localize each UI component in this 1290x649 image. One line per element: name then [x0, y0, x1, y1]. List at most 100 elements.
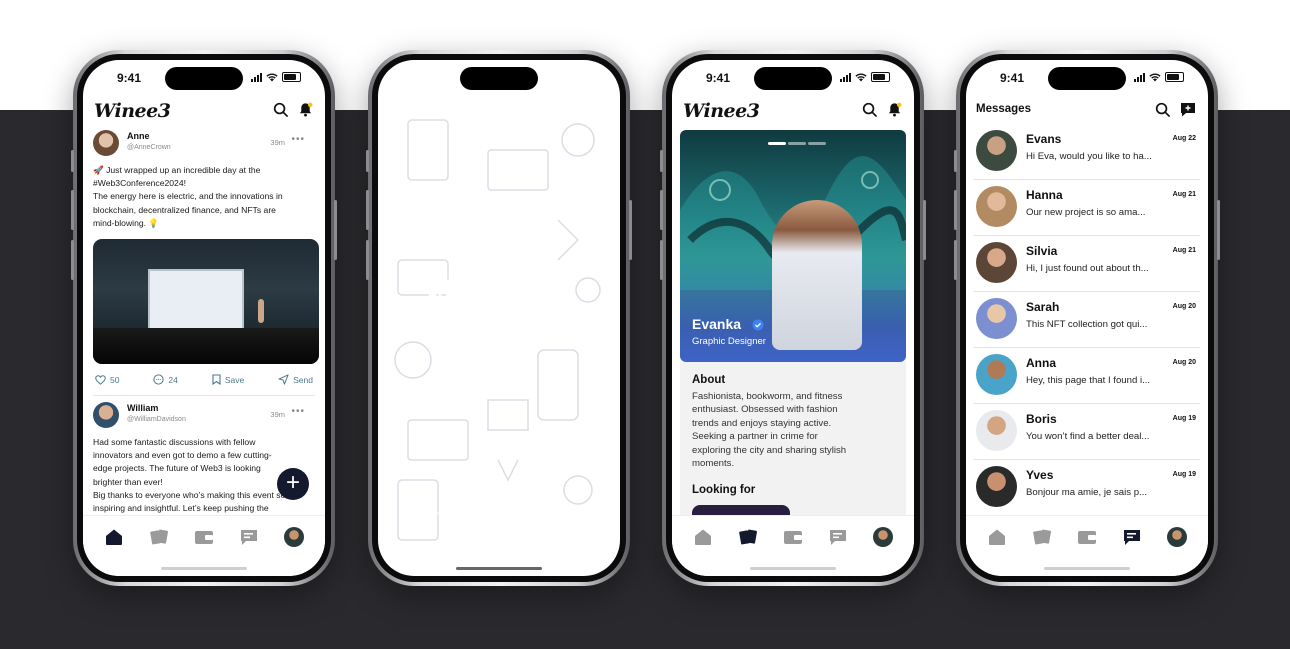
tab-home[interactable]	[103, 526, 125, 548]
conversation-item[interactable]: Anna Aug 20 Hey, this page that I found …	[974, 348, 1200, 404]
phone-profile: 9:41 Winee3 Evanka Graphic Designer Abou…	[660, 50, 926, 586]
post-text-line: blockchain, decentralized finance, and N…	[93, 204, 276, 215]
phone-splash: 9:41 Winee3 Swipe Your Way to Web3 Conne…	[366, 50, 632, 586]
photo-pager	[768, 142, 826, 145]
post-author-name[interactable]: William	[127, 403, 158, 413]
search-icon[interactable]	[862, 102, 877, 117]
save-button[interactable]: Save	[212, 374, 245, 386]
more-icon[interactable]: •••	[291, 134, 305, 145]
like-button[interactable]: 50	[95, 374, 119, 385]
conversation-item[interactable]: Evans Aug 22 Hi Eva, would you like to h…	[974, 124, 1200, 180]
tab-chat[interactable]	[238, 526, 260, 548]
feed-post: Anne @AnneCrown 39m ••• 🚀 Just wrapped u…	[83, 130, 325, 397]
avatar[interactable]	[93, 402, 119, 429]
post-text-line: 🚀 Just wrapped up an incredible day at t…	[93, 165, 261, 175]
tab-chat[interactable]	[1121, 526, 1143, 548]
conversation-item[interactable]: Yves Aug 19 Bonjour ma amie, je sais p..…	[974, 460, 1200, 516]
signal-icon	[840, 72, 851, 82]
comment-count: 24	[168, 374, 178, 385]
post-text-line: #Web3Conference2024!	[93, 178, 187, 189]
comment-button[interactable]: 24	[153, 374, 178, 385]
conversation-item[interactable]: Sarah Aug 20 This NFT collection got qui…	[974, 292, 1200, 348]
home-indicator	[750, 567, 836, 570]
dynamic-island	[1048, 67, 1126, 90]
bell-icon[interactable]	[298, 102, 313, 117]
profile-card[interactable]: Evanka Graphic Designer	[680, 130, 906, 362]
splash-tagline: Swipe Your Way to Web3 Connections	[417, 508, 581, 519]
cards-icon	[149, 529, 168, 545]
save-label: Save	[224, 374, 245, 385]
send-icon	[278, 374, 289, 385]
avatar	[976, 242, 1017, 283]
search-icon[interactable]	[273, 102, 288, 117]
tab-home[interactable]	[692, 526, 714, 548]
tab-bar	[672, 515, 914, 576]
wifi-icon	[266, 73, 278, 81]
post-time: 39m	[270, 138, 285, 147]
post-text-line: The energy here is electric, and the inn…	[93, 191, 283, 202]
conversation-name: Boris	[1026, 412, 1057, 426]
conversation-preview: Hey, this page that I found i...	[1026, 375, 1151, 386]
about-line: moments.	[692, 458, 735, 470]
conversation-item[interactable]: Hanna Aug 21 Our new project is so ama..…	[974, 180, 1200, 236]
dynamic-island	[754, 67, 832, 90]
conversation-name: Yves	[1026, 468, 1054, 482]
tab-chat[interactable]	[827, 526, 849, 548]
conversation-name: Evans	[1026, 132, 1062, 146]
post-image[interactable]	[93, 239, 319, 365]
new-message-icon[interactable]	[1180, 102, 1196, 117]
home-icon	[694, 529, 711, 545]
tab-profile[interactable]	[872, 526, 894, 548]
more-icon[interactable]: •••	[291, 406, 305, 417]
tab-profile[interactable]	[283, 526, 305, 548]
tab-bar	[966, 515, 1208, 576]
tab-cards[interactable]	[1031, 526, 1053, 548]
tab-bar	[83, 515, 325, 576]
post-time: 39m	[270, 410, 285, 420]
feed-list: Anne @AnneCrown 39m ••• 🚀 Just wrapped u…	[83, 130, 325, 516]
tab-wallet[interactable]	[1076, 526, 1098, 548]
background-pattern	[394, 119, 601, 541]
avatar	[976, 298, 1017, 339]
conversation-item[interactable]: Boris Aug 19 You won’t find a better dea…	[974, 404, 1200, 460]
post-text: 🚀 Just wrapped up an incredible day at t…	[93, 164, 315, 230]
like-count: 50	[110, 374, 120, 385]
messages-screen: 9:41 Messages Evans Aug 22 Hi Eva, would…	[966, 60, 1208, 576]
avatar[interactable]	[93, 130, 119, 156]
about-text: Fashionista, bookworm, and fitness enthu…	[692, 390, 894, 470]
chat-icon	[830, 530, 847, 545]
post-author-handle: @AnneCrown	[127, 144, 171, 151]
tab-wallet[interactable]	[782, 526, 804, 548]
conversation-preview: This NFT collection got qui...	[1026, 319, 1148, 330]
conversation-preview: Hi, I just found out about th...	[1026, 263, 1149, 274]
conversation-item[interactable]: Silvia Aug 21 Hi, I just found out about…	[974, 236, 1200, 292]
conversation-name: Anna	[1026, 356, 1056, 370]
status-time: 9:41	[1000, 71, 1025, 85]
avatar	[976, 354, 1017, 395]
conversation-date: Aug 20	[1172, 303, 1196, 310]
tab-home[interactable]	[986, 526, 1008, 548]
wifi-icon	[1149, 73, 1161, 81]
dynamic-island	[165, 67, 243, 90]
phone-feed: 9:41 Winee3 Anne @AnneCrown 39m ••• 🚀 Ju…	[71, 50, 337, 586]
wifi-icon	[855, 73, 867, 81]
search-icon[interactable]	[1155, 102, 1170, 117]
conversation-date: Aug 22	[1172, 135, 1196, 142]
conversation-name: Hanna	[1026, 188, 1063, 202]
post-author-name[interactable]: Anne	[127, 131, 150, 141]
about-line: enthusiast. Obsessed with fashion	[692, 404, 838, 416]
bell-icon[interactable]	[887, 102, 902, 117]
send-label: Send	[293, 374, 313, 385]
send-button[interactable]: Send	[278, 374, 313, 385]
create-post-button[interactable]: +	[277, 468, 309, 500]
about-line: trends and enjoys staying active.	[692, 417, 832, 429]
profile-screen: 9:41 Winee3 Evanka Graphic Designer Abou…	[672, 60, 914, 576]
looking-for-title: Looking for	[692, 484, 756, 497]
tab-profile[interactable]	[1166, 526, 1188, 548]
tab-cards[interactable]	[148, 526, 170, 548]
signal-icon	[251, 72, 262, 82]
profile-photo	[772, 200, 862, 350]
home-indicator	[161, 567, 247, 570]
tab-wallet[interactable]	[193, 526, 215, 548]
tab-cards[interactable]	[737, 526, 759, 548]
